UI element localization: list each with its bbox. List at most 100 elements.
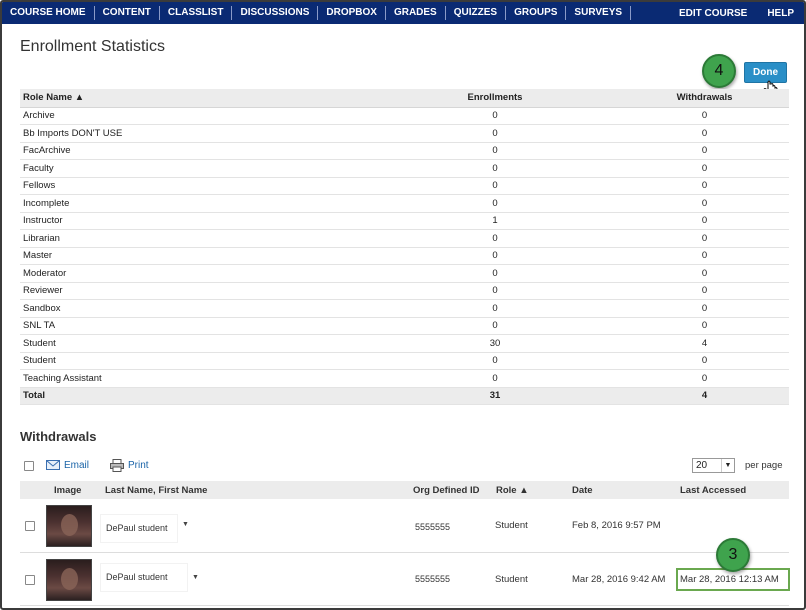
role-name: Reviewer bbox=[20, 282, 370, 300]
avatar bbox=[46, 505, 92, 547]
withdrawals: 0 bbox=[620, 159, 789, 178]
role-name: Faculty bbox=[20, 159, 370, 178]
nav-course-home[interactable]: COURSE HOME bbox=[2, 6, 95, 20]
withdrawals: 0 bbox=[620, 299, 789, 318]
stats-row: Instructor 1 0 bbox=[20, 212, 789, 230]
role-name: Student bbox=[20, 352, 370, 370]
student-name[interactable]: DePaul student bbox=[101, 515, 177, 542]
role-name: Moderator bbox=[20, 264, 370, 283]
enrollments: 0 bbox=[370, 352, 620, 370]
per-page-select[interactable]: 20 ▼ bbox=[692, 458, 735, 473]
stats-row: Sandbox 0 0 bbox=[20, 299, 789, 318]
row-checkbox[interactable] bbox=[25, 575, 35, 585]
date-header[interactable]: Date bbox=[572, 485, 593, 496]
select-all-checkbox[interactable] bbox=[24, 461, 34, 471]
withdrawals-header: Withdrawals bbox=[620, 89, 789, 108]
role-header[interactable]: Role ▲ bbox=[496, 485, 529, 496]
withdrawals: 0 bbox=[620, 352, 789, 370]
stats-row: Incomplete 0 0 bbox=[20, 194, 789, 213]
role-name: Fellows bbox=[20, 177, 370, 195]
nav-edit-course[interactable]: EDIT COURSE bbox=[669, 8, 757, 19]
student-name[interactable]: DePaul student bbox=[101, 564, 187, 591]
enrollments: 0 bbox=[370, 194, 620, 213]
per-page-label: per page bbox=[745, 460, 783, 471]
enrollments: 1 bbox=[370, 212, 620, 230]
enrollments: 0 bbox=[370, 282, 620, 300]
enrollments: 0 bbox=[370, 159, 620, 178]
page-frame: COURSE HOME CONTENT CLASSLIST DISCUSSION… bbox=[0, 0, 806, 610]
email-icon[interactable] bbox=[46, 459, 60, 471]
nav-content[interactable]: CONTENT bbox=[95, 6, 160, 20]
enrollments: 30 bbox=[370, 334, 620, 353]
nav-surveys[interactable]: SURVEYS bbox=[566, 6, 632, 20]
role-name: Master bbox=[20, 247, 370, 265]
callout-step-4: 4 bbox=[702, 54, 736, 88]
chevron-down-icon[interactable]: ▼ bbox=[192, 574, 199, 581]
withdrawals: 0 bbox=[620, 194, 789, 213]
nav-help[interactable]: HELP bbox=[757, 8, 804, 19]
course-navbar: COURSE HOME CONTENT CLASSLIST DISCUSSION… bbox=[2, 2, 804, 24]
stats-row: Bb Imports DON'T USE 0 0 bbox=[20, 124, 789, 143]
total-enrollments: 31 bbox=[370, 387, 620, 405]
stats-row: Moderator 0 0 bbox=[20, 264, 789, 283]
avatar bbox=[46, 559, 92, 601]
print-link[interactable]: Print bbox=[128, 460, 149, 471]
stats-row: SNL TA 0 0 bbox=[20, 317, 789, 335]
withdrawals: 0 bbox=[620, 142, 789, 160]
role-name: Archive bbox=[20, 107, 370, 125]
total-withdrawals: 4 bbox=[620, 387, 789, 405]
print-icon[interactable] bbox=[110, 459, 124, 472]
name-header[interactable]: Last Name, First Name bbox=[105, 485, 207, 496]
enrollments: 0 bbox=[370, 107, 620, 125]
nav-classlist[interactable]: CLASSLIST bbox=[160, 6, 233, 20]
stats-header-row: Role Name ▲ Enrollments Withdrawals bbox=[20, 89, 789, 108]
enrollments: 0 bbox=[370, 177, 620, 195]
callout-step-3: 3 bbox=[716, 538, 750, 572]
withdrawals: 0 bbox=[620, 282, 789, 300]
role-name-header[interactable]: Role Name ▲ bbox=[20, 89, 370, 108]
nav-grades[interactable]: GRADES bbox=[386, 6, 446, 20]
email-link[interactable]: Email bbox=[64, 460, 89, 471]
withdrawals: 0 bbox=[620, 212, 789, 230]
role-name: Instructor bbox=[20, 212, 370, 230]
withdrawals-header-row: Image Last Name, First Name Org Defined … bbox=[20, 481, 789, 499]
row-checkbox[interactable] bbox=[25, 521, 35, 531]
stats-row: Student 30 4 bbox=[20, 334, 789, 353]
org-defined-id: 5555555 bbox=[412, 520, 454, 534]
withdrawals: 0 bbox=[620, 124, 789, 143]
enrollments-header: Enrollments bbox=[370, 89, 620, 108]
role-name: Teaching Assistant bbox=[20, 369, 370, 388]
withdrawals-title: Withdrawals bbox=[20, 429, 97, 444]
role-name: Sandbox bbox=[20, 299, 370, 318]
nav-dropbox[interactable]: DROPBOX bbox=[318, 6, 386, 20]
withdrawals: 0 bbox=[620, 107, 789, 125]
stats-row: FacArchive 0 0 bbox=[20, 142, 789, 160]
org-id-header[interactable]: Org Defined ID bbox=[413, 485, 480, 496]
stats-total-row: Total 31 4 bbox=[20, 387, 789, 405]
per-page-value: 20 bbox=[696, 460, 708, 471]
table-row: DePaul student ▼ 5555555 Student Mar 28,… bbox=[20, 554, 789, 606]
nav-discussions[interactable]: DISCUSSIONS bbox=[232, 6, 319, 20]
enrollment-stats-table: Role Name ▲ Enrollments Withdrawals Arch… bbox=[20, 89, 789, 405]
chevron-down-icon[interactable]: ▼ bbox=[182, 521, 189, 528]
withdrawals: 0 bbox=[620, 229, 789, 248]
nav-groups[interactable]: GROUPS bbox=[506, 6, 567, 20]
enrollments: 0 bbox=[370, 247, 620, 265]
org-defined-id: 5555555 bbox=[412, 572, 454, 586]
stats-row: Librarian 0 0 bbox=[20, 229, 789, 248]
withdrawals: 0 bbox=[620, 264, 789, 283]
image-header: Image bbox=[54, 485, 82, 496]
nav-quizzes[interactable]: QUIZZES bbox=[446, 6, 507, 20]
stats-row: Teaching Assistant 0 0 bbox=[20, 369, 789, 388]
enrollments: 0 bbox=[370, 369, 620, 388]
enrollments: 0 bbox=[370, 264, 620, 283]
role: Student bbox=[495, 520, 528, 531]
role-name: SNL TA bbox=[20, 317, 370, 335]
role-name: Bb Imports DON'T USE bbox=[20, 124, 370, 143]
withdrawals: 0 bbox=[620, 247, 789, 265]
last-accessed-header[interactable]: Last Accessed bbox=[680, 485, 746, 496]
date: Mar 28, 2016 9:42 AM bbox=[572, 574, 666, 585]
stats-row: Master 0 0 bbox=[20, 247, 789, 265]
stats-row: Student 0 0 bbox=[20, 352, 789, 370]
stats-row: Faculty 0 0 bbox=[20, 159, 789, 178]
